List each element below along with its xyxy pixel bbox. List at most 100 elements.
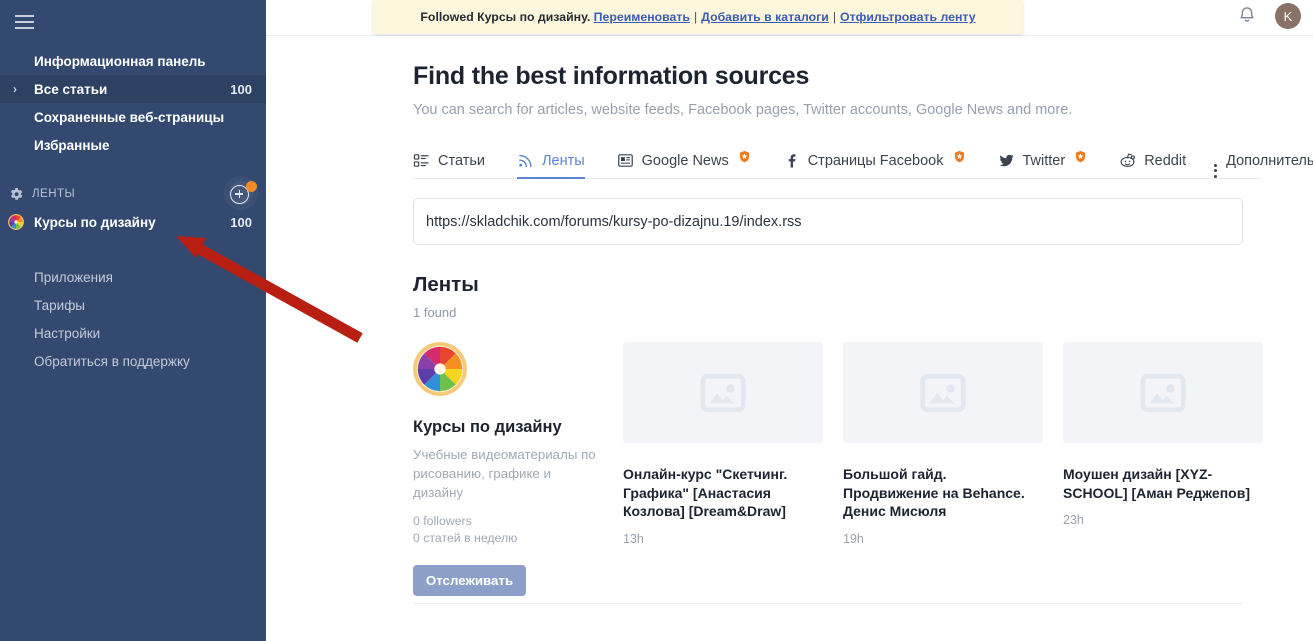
- page-title: Find the best information sources: [413, 62, 1313, 91]
- sidebar-section-title: ЛЕНТЫ: [32, 188, 75, 200]
- results-heading: Ленты: [413, 273, 1313, 297]
- facebook-icon: [783, 152, 800, 169]
- article-timestamp: 19h: [843, 532, 1054, 546]
- twitter-bird-icon: [998, 152, 1015, 169]
- feed-card-followers: 0 followers: [413, 513, 618, 530]
- hamburger-bar: [15, 21, 34, 23]
- page-body: Find the best information sources You ca…: [266, 36, 1313, 596]
- hamburger-bar: [15, 15, 34, 17]
- pro-shield-badge-icon: [738, 150, 751, 163]
- feed-card-title: Курсы по дизайну: [413, 418, 618, 437]
- banner-filter-feed-link[interactable]: Отфильтровать ленту: [840, 10, 976, 24]
- sidebar-item-favorites[interactable]: Избранные: [0, 131, 266, 159]
- tab-google-news[interactable]: Google News: [617, 143, 764, 178]
- source-type-tabs: Статьи Ленты: [413, 143, 1261, 179]
- sidebar-item-pricing[interactable]: Тарифы: [0, 291, 266, 319]
- gear-icon: [8, 186, 24, 202]
- top-bar: Followed Курсы по дизайну. Переименовать…: [266, 0, 1313, 36]
- sidebar-item-label: Информационная панель: [34, 54, 206, 69]
- sidebar-item-apps[interactable]: Приложения: [0, 263, 266, 291]
- notification-bell-icon[interactable]: [1236, 5, 1258, 27]
- kebab-dot: [1214, 169, 1217, 172]
- banner-separator: |: [833, 10, 836, 24]
- sidebar-item-saved-pages[interactable]: Сохраненные веб-страницы: [0, 103, 266, 131]
- pro-shield-badge-icon: [953, 150, 966, 163]
- banner-separator: |: [694, 10, 697, 24]
- pro-shield-badge-icon: [1074, 150, 1087, 163]
- image-placeholder-icon: [696, 366, 750, 420]
- article-thumbnail: [1063, 342, 1263, 443]
- articles-layout-icon: [413, 152, 430, 169]
- rainbow-citrus-avatar-icon: [413, 342, 467, 396]
- sidebar-item-dashboard[interactable]: Информационная панель: [0, 47, 266, 75]
- rss-feed-icon: [517, 152, 534, 169]
- results-grid: Курсы по дизайну Учебные видеоматериалы …: [413, 342, 1261, 596]
- feed-card-frequency: 0 статей в неделю: [413, 530, 618, 547]
- article-thumbnail: [843, 342, 1043, 443]
- tab-facebook-pages[interactable]: Страницы Facebook: [783, 143, 979, 178]
- banner-rename-link[interactable]: Переименовать: [594, 10, 690, 24]
- banner-prefix-text: Followed Курсы по дизайну.: [420, 10, 590, 24]
- sidebar-item-label: Сохраненные веб-страницы: [34, 110, 224, 125]
- notification-dot-badge: [246, 181, 257, 192]
- sidebar-item-support[interactable]: Обратиться в поддержку: [0, 347, 266, 375]
- article-title: Большой гайд. Продвижение на Behance. Де…: [843, 465, 1041, 521]
- tab-feeds[interactable]: Ленты: [517, 143, 598, 178]
- article-timestamp: 13h: [623, 532, 834, 546]
- tab-label: Страницы Facebook: [808, 153, 944, 169]
- top-bar-actions: K: [1236, 3, 1301, 29]
- kebab-menu-icon[interactable]: [1214, 164, 1217, 178]
- sidebar-section-feeds: ЛЕНТЫ: [0, 179, 266, 209]
- add-feed-button[interactable]: [230, 183, 252, 205]
- hamburger-bar: [15, 27, 34, 29]
- tab-reddit[interactable]: Reddit: [1119, 143, 1199, 178]
- main-content: Followed Курсы по дизайну. Переименовать…: [266, 0, 1313, 641]
- sidebar-item-label: Обратиться в поддержку: [34, 354, 190, 369]
- tab-label: Google News: [642, 153, 729, 169]
- search-input-value: https://skladchik.com/forums/kursy-po-di…: [426, 214, 802, 230]
- user-avatar[interactable]: K: [1275, 3, 1301, 29]
- article-timestamp: 23h: [1063, 513, 1274, 527]
- tab-twitter[interactable]: Twitter: [998, 143, 1101, 178]
- sidebar: Информационная панель › Все статьи 100 С…: [0, 0, 266, 641]
- search-input[interactable]: https://skladchik.com/forums/kursy-po-di…: [413, 198, 1243, 245]
- sidebar-feed-label: Курсы по дизайну: [34, 215, 156, 230]
- sidebar-item-all-articles[interactable]: › Все статьи 100: [0, 75, 266, 103]
- reddit-icon: [1119, 152, 1136, 169]
- article-card[interactable]: Большой гайд. Продвижение на Behance. Де…: [843, 342, 1054, 596]
- sidebar-item-label: Все статьи: [34, 82, 107, 97]
- feed-result-card[interactable]: Курсы по дизайну Учебные видеоматериалы …: [413, 342, 618, 596]
- tab-label: Twitter: [1023, 153, 1066, 169]
- results-count: 1 found: [413, 305, 1313, 320]
- tab-more[interactable]: Дополнительно: [1226, 143, 1313, 178]
- app-root: Информационная панель › Все статьи 100 С…: [0, 0, 1313, 641]
- tab-label: Дополнительно: [1226, 153, 1313, 169]
- avatar-initial: K: [1284, 9, 1293, 24]
- tab-label: Ленты: [542, 153, 585, 169]
- article-card[interactable]: Моушен дизайн [XYZ-SCHOOL] [Аман Реджепо…: [1063, 342, 1274, 596]
- sidebar-feed-item[interactable]: Курсы по дизайну 100: [0, 209, 266, 235]
- sidebar-feed-count: 100: [230, 215, 252, 230]
- kebab-dot: [1214, 175, 1217, 178]
- article-card[interactable]: Онлайн-курс "Скетчинг. Графика" [Анастас…: [623, 342, 834, 596]
- hamburger-menu-icon[interactable]: [8, 7, 40, 37]
- follow-button[interactable]: Отслеживать: [413, 565, 526, 596]
- image-placeholder-icon: [916, 366, 970, 420]
- tab-articles[interactable]: Статьи: [413, 143, 498, 178]
- sidebar-item-label: Приложения: [34, 270, 113, 285]
- sidebar-item-settings[interactable]: Настройки: [0, 319, 266, 347]
- rainbow-citrus-avatar-icon: [8, 214, 24, 230]
- sidebar-item-count: 100: [230, 82, 252, 97]
- article-title: Моушен дизайн [XYZ-SCHOOL] [Аман Реджепо…: [1063, 465, 1261, 502]
- article-preview-list: Онлайн-курс "Скетчинг. Графика" [Анастас…: [623, 342, 1274, 596]
- section-divider: [413, 603, 1243, 604]
- newspaper-icon: [617, 152, 634, 169]
- banner-add-to-catalogs-link[interactable]: Добавить в каталоги: [701, 10, 829, 24]
- article-title: Онлайн-курс "Скетчинг. Графика" [Анастас…: [623, 465, 821, 521]
- page-subtitle: You can search for articles, website fee…: [413, 102, 1313, 118]
- sidebar-secondary-nav: Приложения Тарифы Настройки Обратиться в…: [0, 263, 266, 375]
- followed-feed-banner: Followed Курсы по дизайну. Переименовать…: [373, 0, 1023, 34]
- sidebar-item-label: Избранные: [34, 138, 110, 153]
- chevron-right-icon: ›: [13, 83, 17, 95]
- feed-card-description: Учебные видеоматериалы по рисованию, гра…: [413, 446, 598, 503]
